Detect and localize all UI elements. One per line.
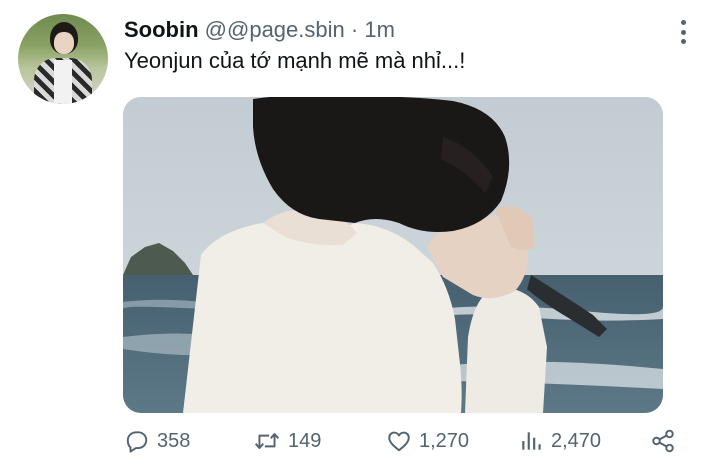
separator-dot: · [350, 17, 359, 42]
more-dot [680, 39, 686, 44]
tweet-header: Soobin @@page.sbin · 1m [124, 16, 395, 44]
more-dot [680, 29, 686, 35]
like-button[interactable]: 1,270 [386, 424, 469, 458]
like-count: 1,270 [419, 429, 470, 452]
share-button[interactable] [650, 424, 676, 458]
photo-content [123, 97, 663, 413]
author-handle[interactable]: @@page.sbin [205, 17, 345, 42]
more-dot [680, 20, 686, 25]
avatar-face [54, 32, 74, 54]
tweet-text: Yeonjun của tớ mạnh mẽ mà nhỉ...! [124, 48, 466, 73]
views-button[interactable]: 2,470 [520, 424, 601, 458]
author-name[interactable]: Soobin [124, 17, 199, 42]
reply-count: 358 [157, 429, 191, 452]
reply-icon [126, 431, 148, 453]
heart-icon [388, 431, 410, 452]
tweet-photo[interactable] [123, 97, 663, 413]
retweet-count: 149 [288, 429, 322, 452]
tweet-timestamp[interactable]: 1m [364, 17, 395, 42]
reply-button[interactable]: 358 [124, 424, 190, 458]
tweet-actions: 358 149 1,270 2,470 [0, 424, 720, 458]
author-avatar[interactable] [18, 14, 108, 104]
share-icon [652, 429, 674, 453]
avatar-inner-shirt [54, 60, 72, 104]
views-count: 2,470 [551, 429, 602, 452]
more-options-icon[interactable] [674, 18, 692, 46]
views-icon [522, 432, 541, 450]
retweet-icon [254, 433, 280, 449]
retweet-button[interactable]: 149 [253, 424, 321, 458]
